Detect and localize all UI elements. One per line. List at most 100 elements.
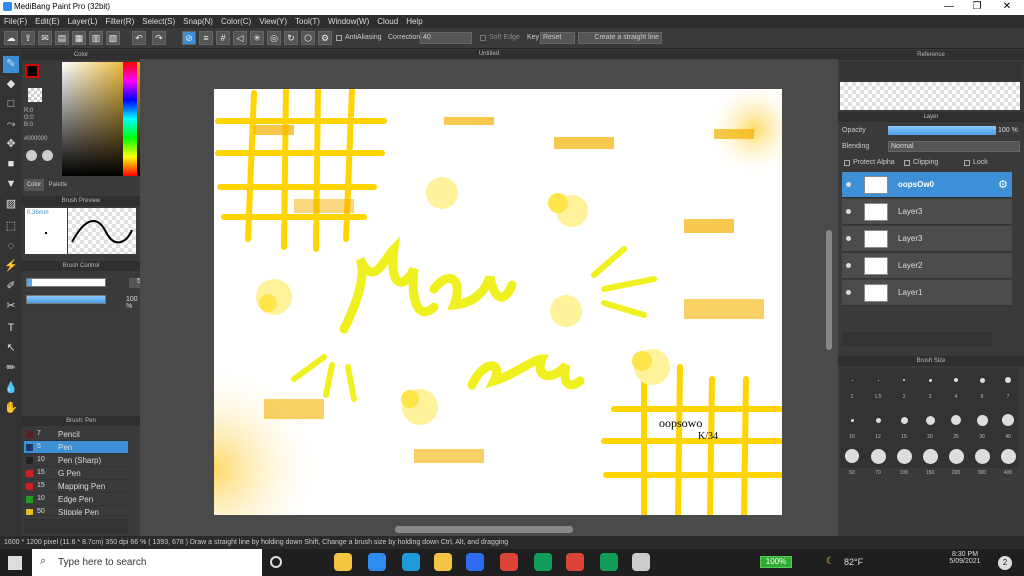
menu-layer[interactable]: Layer(L) (64, 15, 102, 26)
move-tool-icon[interactable]: ✥ (3, 136, 19, 153)
menu-snap[interactable]: Snap(N) (179, 15, 217, 26)
hand-tool-icon[interactable]: ✋ (3, 400, 19, 417)
redo-icon[interactable]: ↷ (152, 31, 166, 45)
eye-icon[interactable] (846, 182, 851, 187)
page-icon[interactable]: ▥ (89, 31, 103, 45)
snap-circle-icon[interactable]: ◎ (267, 31, 281, 45)
hue-slider[interactable] (123, 62, 137, 176)
brush-size-cell[interactable]: 100 (892, 446, 916, 482)
fill-rect-tool-icon[interactable]: ■ (3, 156, 19, 173)
brush-item-pencil[interactable]: 7 Pencil (24, 428, 128, 441)
snap-cross-icon[interactable]: # (216, 31, 230, 45)
protect-alpha-checkbox[interactable] (844, 160, 850, 166)
edge-icon[interactable] (402, 553, 420, 571)
chrome-icon[interactable] (334, 553, 352, 571)
snap-settings-icon[interactable]: ⚙ (318, 31, 332, 45)
brush-size-cell[interactable]: 1 (840, 370, 864, 406)
chrome-profile-icon[interactable] (500, 553, 518, 571)
layer-row[interactable]: oopsOw0 ⚙ (842, 172, 1012, 198)
undo-icon[interactable]: ↶ (132, 31, 146, 45)
brush-item-pen[interactable]: 5 Pen (24, 441, 128, 454)
medibang-icon[interactable] (632, 553, 650, 571)
snap-vanishing-icon[interactable]: ◁ (233, 31, 247, 45)
zoom-icon[interactable] (368, 553, 386, 571)
maximize-button[interactable]: ❐ (962, 0, 992, 15)
brush-size-cell[interactable]: 200 (944, 446, 968, 482)
share-icon[interactable]: ⇪ (21, 31, 35, 45)
line-tool-icon[interactable]: ⤳ (3, 116, 19, 133)
layer-row[interactable]: Layer1 (842, 280, 1012, 306)
palette-tab[interactable]: Palette (46, 179, 70, 191)
brush-size-cell[interactable]: 3 (918, 370, 942, 406)
vertical-scrollbar[interactable] (826, 230, 832, 350)
chrome-profile4-icon[interactable] (600, 553, 618, 571)
horizontal-scrollbar[interactable] (395, 526, 573, 533)
folder-icon[interactable] (434, 553, 452, 571)
palette-icon[interactable] (26, 150, 37, 161)
layer-row[interactable]: Layer3 (842, 199, 1012, 225)
eye-icon[interactable] (846, 236, 851, 241)
correction-select[interactable]: 40 (420, 32, 472, 44)
soft-edge-checkbox[interactable] (480, 35, 486, 41)
brush-size-cell[interactable]: 300 (970, 446, 994, 482)
chrome-profile3-icon[interactable] (566, 553, 584, 571)
menu-window[interactable]: Window(W) (324, 15, 373, 26)
close-button[interactable]: ✕ (992, 0, 1022, 15)
menu-color[interactable]: Color(C) (217, 15, 255, 26)
menu-tool[interactable]: Tool(T) (291, 15, 324, 26)
layer-row[interactable]: Layer3 (842, 226, 1012, 252)
brush-size-slider[interactable] (26, 278, 106, 287)
color-tab[interactable]: Color (24, 179, 44, 191)
brush-tool-icon[interactable]: ✎ (3, 56, 19, 73)
brush-size-cell[interactable]: 5 (970, 370, 994, 406)
brush-item-stipple-pen[interactable]: 50 Stipple Pen (24, 506, 128, 516)
menu-view[interactable]: View(Y) (255, 15, 291, 26)
eye-icon[interactable] (846, 209, 851, 214)
color-wheel-icon[interactable] (42, 150, 53, 161)
brush-item-g-pen[interactable]: 15 G Pen (24, 467, 128, 480)
clipping-checkbox[interactable] (904, 160, 910, 166)
menu-cloud[interactable]: Cloud (373, 15, 402, 26)
cortana-icon[interactable] (270, 556, 282, 568)
brush-item-mapping-pen[interactable]: 15 Mapping Pen (24, 480, 128, 493)
select-eraser-tool-icon[interactable]: ✂ (3, 298, 19, 315)
brush-size-cell[interactable]: 7 (996, 370, 1020, 406)
gear-icon[interactable]: ⚙ (998, 178, 1008, 191)
brush-size-cell[interactable]: 15 (892, 410, 916, 446)
brush-size-cell[interactable]: 1.5 (866, 370, 890, 406)
brush-size-cell[interactable]: 10 (840, 410, 864, 446)
snap-parallel-icon[interactable]: ≡ (199, 31, 213, 45)
eraser-tool-icon[interactable]: ◆ (3, 76, 19, 93)
comment-icon[interactable]: ✉ (38, 31, 52, 45)
dot-tool-icon[interactable]: □ (3, 96, 19, 113)
secondary-color-swatch[interactable] (28, 88, 42, 102)
lock-checkbox[interactable] (964, 160, 970, 166)
brush-size-cell[interactable]: 400 (996, 446, 1020, 482)
save-icon[interactable]: ▤ (55, 31, 69, 45)
chrome-profile2-icon[interactable] (534, 553, 552, 571)
select-pen-tool-icon[interactable]: ✐ (3, 278, 19, 295)
minimize-button[interactable]: — (934, 0, 964, 15)
eye-icon[interactable] (846, 290, 851, 295)
brush-size-cell[interactable]: 50 (840, 446, 864, 482)
bucket-tool-icon[interactable]: ▼ (3, 176, 19, 193)
brush-size-cell[interactable]: 4 (944, 370, 968, 406)
reset-button[interactable]: Reset (540, 32, 575, 44)
brush-opacity-slider[interactable] (26, 295, 106, 304)
menu-help[interactable]: Help (402, 15, 426, 26)
divide-tool-icon[interactable]: ✏ (3, 360, 19, 377)
text-tool-icon[interactable]: T (3, 320, 19, 337)
brush-size-cell[interactable]: 2 (892, 370, 916, 406)
menu-edit[interactable]: Edit(E) (31, 15, 63, 26)
menu-select[interactable]: Select(S) (138, 15, 179, 26)
create-straight-line-button[interactable]: Create a straight line (578, 32, 662, 44)
brush-size-cell[interactable]: 12 (866, 410, 890, 446)
primary-color-swatch[interactable] (25, 64, 39, 78)
notification-badge[interactable]: 2 (998, 556, 1012, 570)
menu-filter[interactable]: Filter(R) (101, 15, 138, 26)
grid-icon[interactable]: ▧ (106, 31, 120, 45)
eyedropper-tool-icon[interactable]: 💧 (3, 380, 19, 397)
zalo-icon[interactable] (466, 553, 484, 571)
layer-row[interactable]: Layer2 (842, 253, 1012, 279)
brush-size-cell[interactable]: 20 (918, 410, 942, 446)
